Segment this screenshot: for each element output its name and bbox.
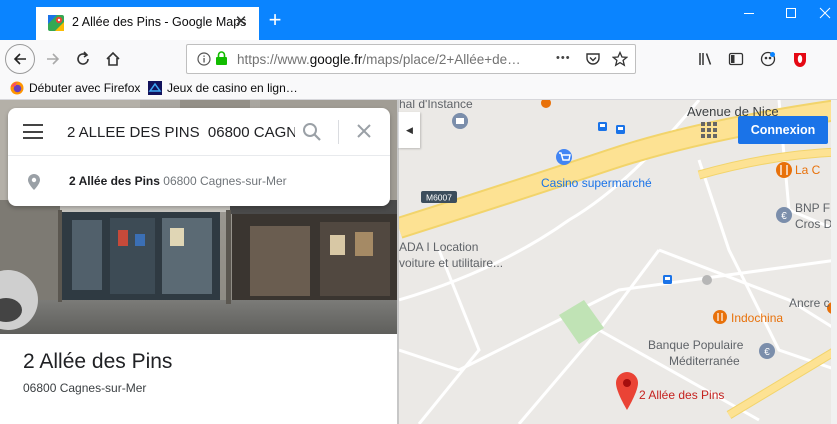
place-address: 06800 Cagnes-sur-Mer <box>23 381 147 395</box>
info-icon[interactable] <box>197 52 211 66</box>
forward-arrow-icon <box>47 53 60 65</box>
bookmark-star-icon[interactable] <box>612 51 628 67</box>
firefox-icon <box>10 81 24 95</box>
map-label-instance: hal d'Instance <box>399 100 473 111</box>
search-row <box>8 108 390 156</box>
map-label-ada-2: voiture et utilitaire... <box>399 256 504 270</box>
map-label-destination: 2 Allée des Pins <box>639 388 725 402</box>
forward-button[interactable] <box>38 45 68 73</box>
page-scrollbar[interactable] <box>831 100 837 424</box>
poi-bus-stop-icon[interactable] <box>663 275 672 284</box>
new-tab-button[interactable]: + <box>262 6 288 34</box>
back-arrow-icon <box>13 53 26 65</box>
bookmarks-toolbar: Débuter avec Firefox Jeux de casino en l… <box>0 78 837 100</box>
maps-page: 2 Allée des Pins 06800 Cagnes-sur-Mer 2 … <box>0 100 837 424</box>
suggestion-sub: 06800 Cagnes-sur-Mer <box>163 174 287 188</box>
map-label-bnp-1: BNP F <box>795 201 831 215</box>
reload-icon <box>77 51 89 65</box>
tab-bar: 2 Allée des Pins - Google Maps ✕ + <box>0 0 837 40</box>
home-button[interactable] <box>98 45 128 73</box>
tab-google-maps[interactable]: 2 Allée des Pins - Google Maps ✕ <box>36 5 259 40</box>
poi-bus-stop-icon[interactable] <box>616 125 625 134</box>
svg-text:€: € <box>781 211 787 222</box>
map-label-indochina: Indochina <box>731 311 784 325</box>
tab-close-icon[interactable]: ✕ <box>231 12 251 30</box>
opera-adblock-icon[interactable] <box>792 50 808 68</box>
poi-bank-icon[interactable]: € <box>776 207 792 223</box>
tab-active-indicator <box>36 5 259 7</box>
bookmark-casino[interactable]: Jeux de casino en lign… <box>148 81 298 95</box>
poi-shopping-cart-icon[interactable] <box>556 149 572 165</box>
location-pin-icon <box>28 174 40 190</box>
map-label-ada-1: ADA I Location <box>399 240 479 254</box>
home-icon <box>106 51 120 66</box>
road-label-m6007: M6007 <box>426 193 452 203</box>
reload-button[interactable] <box>68 45 98 73</box>
suggestion-item[interactable]: 2 Allée des Pins 06800 Cagnes-sur-Mer <box>8 157 390 205</box>
place-info-panel: 2 Allée des Pins 06800 Cagnes-sur-Mer <box>0 334 398 424</box>
map-label-banque-2: Méditerranée <box>669 354 740 368</box>
maximize-icon[interactable] <box>776 7 806 22</box>
poi-bus-stop-icon[interactable] <box>598 122 607 131</box>
collapse-panel-button[interactable]: ◀ <box>398 112 420 148</box>
lock-icon[interactable] <box>215 51 228 66</box>
tab-title: 2 Allée des Pins - Google Maps <box>72 15 247 29</box>
poi-bank-icon[interactable]: € <box>759 343 775 359</box>
url-domain: google.fr <box>309 52 363 67</box>
suggestion-main: 2 Allée des Pins <box>69 174 160 188</box>
svg-text:€: € <box>764 347 770 358</box>
extension-icon[interactable] <box>760 51 776 67</box>
poi-restaurant-icon[interactable] <box>713 310 727 324</box>
url-prefix: https://www. <box>237 52 310 67</box>
place-title: 2 Allée des Pins <box>23 350 173 373</box>
pocket-icon[interactable] <box>585 51 601 67</box>
minimize-icon[interactable] <box>734 7 764 22</box>
clear-search-icon[interactable] <box>354 121 374 141</box>
search-box-card: 2 Allée des Pins 06800 Cagnes-sur-Mer <box>8 108 390 206</box>
sidebar-icon[interactable] <box>728 51 744 67</box>
url-path: /maps/place/2+Allée+de… <box>362 52 521 67</box>
map-label-la-c: La C <box>795 163 821 177</box>
library-icon[interactable] <box>698 51 714 67</box>
search-divider <box>338 120 339 144</box>
close-window-icon[interactable] <box>810 7 837 22</box>
google-apps-icon[interactable] <box>701 122 717 138</box>
menu-hamburger-icon[interactable] <box>23 124 43 139</box>
sign-in-button[interactable]: Connexion <box>738 116 828 144</box>
navigation-toolbar: https://www.google.fr/maps/place/2+Allée… <box>0 40 837 78</box>
poi-gray-dot-icon[interactable] <box>702 275 712 285</box>
bookmark-label: Débuter avec Firefox <box>29 81 141 95</box>
casino-site-icon <box>148 81 162 95</box>
search-icon[interactable] <box>301 121 323 143</box>
bookmark-getting-started[interactable]: Débuter avec Firefox <box>10 81 140 95</box>
google-maps-icon <box>48 15 64 31</box>
map-label-ancre: Ancre c <box>789 296 830 310</box>
page-actions-menu[interactable]: ••• <box>556 52 571 64</box>
search-input[interactable] <box>67 119 295 145</box>
map-label-casino: Casino supermarché <box>541 176 652 190</box>
bookmark-label: Jeux de casino en lign… <box>167 81 298 95</box>
back-button[interactable] <box>5 44 35 74</box>
map-canvas[interactable]: M6007 € € hal d'Instance Avenue de Nice … <box>399 100 837 424</box>
poi-restaurant-icon[interactable] <box>776 162 792 178</box>
map-label-banque-1: Banque Populaire <box>648 338 744 352</box>
url-text[interactable]: https://www.google.fr/maps/place/2+Allée… <box>237 52 537 67</box>
url-bar[interactable]: https://www.google.fr/maps/place/2+Allée… <box>186 44 636 74</box>
suggestion-text: 2 Allée des Pins 06800 Cagnes-sur-Mer <box>69 174 287 188</box>
map-label-bnp-2: Cros D <box>795 217 833 231</box>
